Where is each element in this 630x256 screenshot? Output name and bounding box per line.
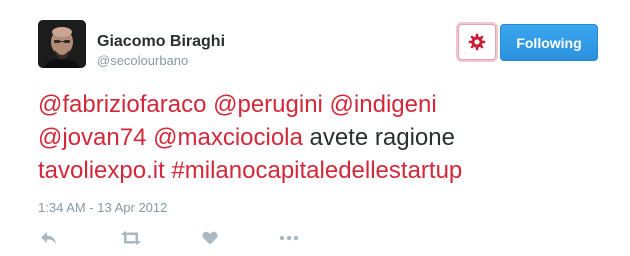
mention-link[interactable]: @perugini — [213, 91, 323, 118]
text-segment — [323, 91, 330, 118]
avatar-photo — [38, 20, 86, 68]
more-icon — [279, 235, 299, 241]
tweet-card: Giacomo Biraghi @secolourbano Following … — [0, 0, 630, 256]
gear-icon — [468, 33, 486, 51]
settings-button[interactable] — [458, 24, 496, 60]
mention-link[interactable]: @indigeni — [330, 91, 437, 118]
avatar[interactable] — [38, 20, 86, 68]
reply-button[interactable] — [38, 228, 60, 248]
heart-icon — [202, 231, 218, 245]
username-handle[interactable]: @secolourbano — [97, 53, 188, 68]
more-button[interactable] — [278, 228, 300, 248]
mention-link[interactable]: @maxciociola — [153, 124, 303, 151]
text-segment: avete ragione — [302, 124, 455, 151]
retweet-icon — [121, 231, 141, 245]
retweet-button[interactable] — [120, 228, 142, 248]
tweet-text: @fabriziofaraco @perugini @indigeni @jova… — [38, 88, 598, 187]
like-button[interactable] — [199, 228, 221, 248]
reply-icon — [41, 232, 56, 244]
hashtag-link[interactable]: #milanocapitaledellestartup — [171, 157, 462, 184]
tweet-timestamp[interactable]: 1:34 AM - 13 Apr 2012 — [38, 200, 167, 215]
mention-link[interactable]: @fabriziofaraco — [38, 91, 206, 118]
display-name[interactable]: Giacomo Biraghi — [97, 33, 225, 51]
mention-link[interactable]: @jovan74 — [38, 124, 146, 151]
following-button[interactable]: Following — [500, 24, 598, 61]
url-link[interactable]: tavoliexpo.it — [38, 157, 165, 184]
